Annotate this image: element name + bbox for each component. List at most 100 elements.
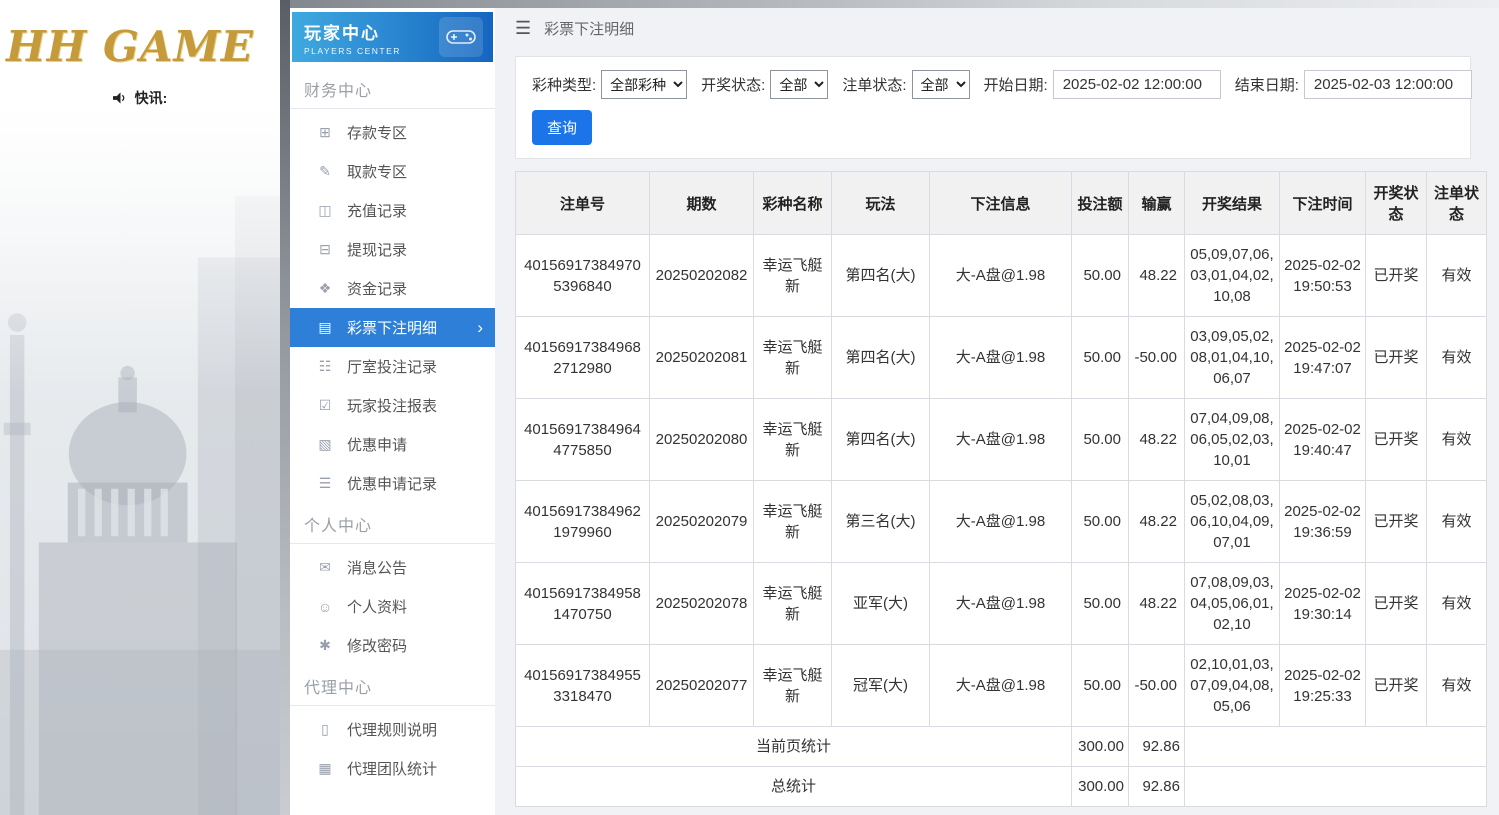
deposit-icon: ⊞ bbox=[319, 124, 331, 140]
column-header-win-loss: 输赢 bbox=[1128, 171, 1185, 235]
sidebar-subtitle: PLAYERS CENTER bbox=[304, 45, 401, 56]
workspace: 玩家中心 PLAYERS CENTER 财务中心 ⊞ 存款专区 ✎ 取款专区 ◫ 充值记录 ⊟… bbox=[290, 0, 1499, 815]
sidebar-item-lottery-bet-details[interactable]: ▤ 彩票下注明细 › bbox=[290, 308, 495, 347]
sidebar-item-profile[interactable]: ☺ 个人资料 bbox=[290, 587, 495, 626]
funds-records-icon: ❖ bbox=[318, 280, 332, 296]
play-type-cell: 第四名(大) bbox=[831, 234, 930, 317]
summary-empty-cell bbox=[1184, 766, 1487, 807]
draw-status-cell: 已开奖 bbox=[1365, 316, 1427, 399]
issue-cell: 20250202080 bbox=[649, 398, 754, 481]
draw-status-cell: 已开奖 bbox=[1365, 234, 1427, 317]
bets-table: 注单号 期数 彩种名称 玩法 下注信息 投注额 输赢 开奖结果 下注时间 开奖状态 注单状态 401… bbox=[515, 171, 1487, 807]
news-ticker: 快讯: bbox=[0, 83, 280, 113]
hall-bet-records-icon: ☷ bbox=[318, 358, 332, 374]
summary-row: 总统计 300.00 92.86 bbox=[515, 766, 1487, 807]
draw-status-select[interactable]: 全部 bbox=[770, 70, 829, 99]
sidebar-item-withdraw-zone[interactable]: ✎ 取款专区 bbox=[290, 152, 495, 191]
sidebar-item-deposit-zone[interactable]: ⊞ 存款专区 bbox=[290, 113, 495, 152]
sidebar-item-hall-bet-records[interactable]: ☷ 厅室投注记录 bbox=[290, 347, 495, 386]
sidebar-item-funds-records[interactable]: ❖ 资金记录 bbox=[290, 269, 495, 308]
filter-panel: 彩种类型: 全部彩种 开奖状态: 全部 注单状态: 全部 开始日期: 结束日期: bbox=[515, 56, 1472, 159]
bet-id-cell: 401569173849705396840 bbox=[515, 234, 650, 317]
bet-id-cell: 401569173849581470750 bbox=[515, 562, 650, 645]
sidebar-item-label: 充值记录 bbox=[347, 203, 408, 220]
promo-apply-records-icon: ☰ bbox=[318, 475, 332, 491]
sidebar-item-promo-apply-records[interactable]: ☰ 优惠申请记录 bbox=[290, 464, 495, 503]
summary-label: 总统计 bbox=[515, 766, 1072, 807]
bet-id-cell: 401569173849682712980 bbox=[515, 316, 650, 399]
section-heading: 财务中心 bbox=[290, 68, 495, 109]
order-status-cell: 有效 bbox=[1426, 562, 1487, 645]
sidebar-header: 玩家中心 PLAYERS CENTER bbox=[292, 12, 493, 62]
brand-logo: HH GAME bbox=[6, 22, 254, 71]
column-header-play-type: 玩法 bbox=[831, 171, 930, 235]
draw-status-cell: 已开奖 bbox=[1365, 644, 1427, 727]
sidebar-item-label: 修改密码 bbox=[347, 638, 408, 655]
column-header-bet-id: 注单号 bbox=[515, 171, 650, 235]
sidebar-item-label: 取款专区 bbox=[347, 164, 408, 181]
gear-icon: ✱ bbox=[319, 637, 331, 653]
bet-info-cell: 大-A盘@1.98 bbox=[929, 234, 1072, 317]
sidebar-item-change-password[interactable]: ✱ 修改密码 bbox=[290, 626, 495, 665]
win-loss-cell: 48.22 bbox=[1128, 562, 1185, 645]
issue-cell: 20250202079 bbox=[649, 480, 754, 563]
draw-result-cell: 05,09,07,06,03,01,04,02,10,08 bbox=[1184, 234, 1280, 317]
sidebar-item-label: 存款专区 bbox=[347, 125, 408, 142]
sidebar-item-recharge-records[interactable]: ◫ 充值记录 bbox=[290, 191, 495, 230]
column-header-draw-status: 开奖状态 bbox=[1365, 171, 1427, 235]
sidebar-item-agent-rules[interactable]: ▯ 代理规则说明 bbox=[290, 710, 495, 749]
start-date-label: 开始日期: bbox=[983, 77, 1048, 94]
bet-time-cell: 2025-02-02 19:30:14 bbox=[1279, 562, 1366, 645]
sidebar-item-announcements[interactable]: ✉ 消息公告 bbox=[290, 548, 495, 587]
sidebar-item-label: 提现记录 bbox=[347, 242, 408, 259]
draw-status-label: 开奖状态: bbox=[701, 77, 766, 94]
query-button[interactable]: 查询 bbox=[532, 110, 593, 145]
order-status-cell: 有效 bbox=[1426, 644, 1487, 727]
chevron-right-icon: › bbox=[477, 318, 483, 337]
win-loss-cell: -50.00 bbox=[1128, 644, 1185, 727]
menu-icon[interactable]: ☰ bbox=[515, 18, 531, 39]
lottery-type-select[interactable]: 全部彩种 bbox=[601, 70, 688, 99]
summary-win-loss: 92.86 bbox=[1128, 726, 1185, 767]
win-loss-cell: -50.00 bbox=[1128, 316, 1185, 399]
sidebar-item-label: 彩票下注明细 bbox=[347, 320, 438, 337]
sidebar-item-label: 优惠申请 bbox=[347, 437, 408, 454]
bet-time-cell: 2025-02-02 19:47:07 bbox=[1279, 316, 1366, 399]
table-row: 401569173849644775850 20250202080 幸运飞艇新 第四名… bbox=[515, 398, 1487, 481]
play-type-cell: 第四名(大) bbox=[831, 316, 930, 399]
play-type-cell: 第四名(大) bbox=[831, 398, 930, 481]
order-status-select[interactable]: 全部 bbox=[911, 70, 970, 99]
sidebar-item-promo-apply[interactable]: ▧ 优惠申请 bbox=[290, 425, 495, 464]
end-date-input[interactable] bbox=[1303, 70, 1472, 99]
order-status-cell: 有效 bbox=[1426, 234, 1487, 317]
bet-time-cell: 2025-02-02 19:36:59 bbox=[1279, 480, 1366, 563]
win-loss-cell: 48.22 bbox=[1128, 398, 1185, 481]
bet-time-cell: 2025-02-02 19:40:47 bbox=[1279, 398, 1366, 481]
lottery-name-cell: 幸运飞艇新 bbox=[753, 316, 832, 399]
sidebar-item-player-bet-report[interactable]: ☑ 玩家投注报表 bbox=[290, 386, 495, 425]
draw-status-cell: 已开奖 bbox=[1365, 562, 1427, 645]
bet-info-cell: 大-A盘@1.98 bbox=[929, 480, 1072, 563]
sidebar-item-agent-team-stats[interactable]: ▦ 代理团队统计 bbox=[290, 749, 495, 788]
sidebar-item-label: 个人资料 bbox=[347, 599, 408, 616]
sidebar-nav: 财务中心 ⊞ 存款专区 ✎ 取款专区 ◫ 充值记录 ⊟ 提现记录 ❖ 资金记录 ▤ 彩票下注明细 › ☷ 厅室… bbox=[290, 68, 495, 788]
speaker-icon bbox=[112, 91, 128, 105]
summary-empty-cell bbox=[1184, 726, 1487, 767]
brand-pane: HH GAME 快讯: bbox=[0, 0, 280, 815]
summary-row: 当前页统计 300.00 92.86 bbox=[515, 726, 1487, 767]
lottery-name-cell: 幸运飞艇新 bbox=[753, 480, 832, 563]
bet-id-cell: 401569173849644775850 bbox=[515, 398, 650, 481]
sidebar: 玩家中心 PLAYERS CENTER 财务中心 ⊞ 存款专区 ✎ 取款专区 ◫ 充值记录 ⊟… bbox=[290, 0, 495, 815]
bet-amount-cell: 50.00 bbox=[1071, 398, 1129, 481]
table-row: 401569173849682712980 20250202081 幸运飞艇新 第四名… bbox=[515, 316, 1487, 399]
sidebar-item-withdrawal-records[interactable]: ⊟ 提现记录 bbox=[290, 230, 495, 269]
bet-amount-cell: 50.00 bbox=[1071, 234, 1129, 317]
draw-status-cell: 已开奖 bbox=[1365, 480, 1427, 563]
bet-amount-cell: 50.00 bbox=[1071, 480, 1129, 563]
background-photo bbox=[0, 113, 280, 815]
section-heading: 个人中心 bbox=[290, 503, 495, 544]
order-status-label: 注单状态: bbox=[842, 77, 907, 94]
sidebar-item-label: 代理团队统计 bbox=[347, 761, 438, 778]
bet-info-cell: 大-A盘@1.98 bbox=[929, 562, 1072, 645]
start-date-input[interactable] bbox=[1052, 70, 1221, 99]
